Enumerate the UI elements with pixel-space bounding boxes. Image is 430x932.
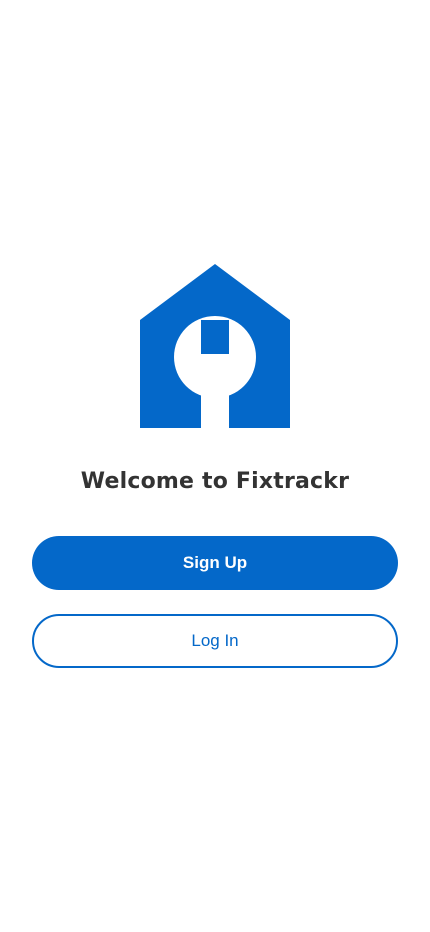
house-wrench-icon	[140, 264, 290, 428]
log-in-button[interactable]: Log In	[32, 614, 398, 668]
log-in-label: Log In	[191, 631, 239, 650]
welcome-screen: Welcome to Fixtrackr Sign Up Log In	[0, 0, 430, 932]
sign-up-button[interactable]: Sign Up	[32, 536, 398, 590]
sign-up-label: Sign Up	[182, 553, 248, 572]
welcome-title: Welcome to Fixtrackr	[80, 469, 350, 494]
